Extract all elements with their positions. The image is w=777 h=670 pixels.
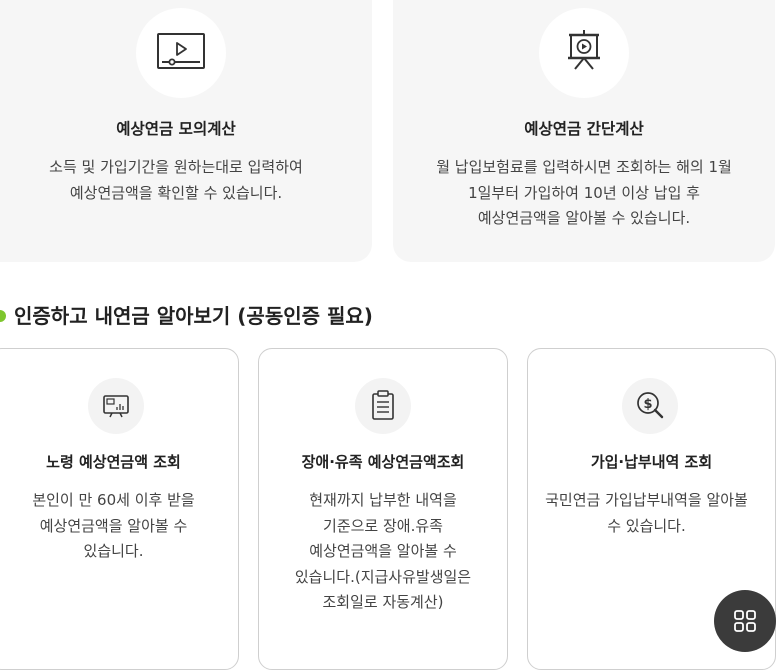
- desc-line: 현재까지 납부한 내역을: [309, 491, 457, 509]
- desc-line: 예상연금액을 알아볼 수: [39, 516, 188, 535]
- old-age-pension-inquiry-card[interactable]: 노령 예상연금액 조회 본인이 만 60세 이후 받을 예상연금액을 알아볼 수…: [0, 348, 239, 670]
- presentation-board-icon: [539, 8, 629, 98]
- video-player-icon: [136, 8, 226, 98]
- simple-pension-calc-card[interactable]: 예상연금 간단계산 월 납입보험료를 입력하시면 조회하는 해의 1월 1일부터…: [393, 0, 775, 262]
- card-title: 노령 예상연금액 조회: [46, 453, 181, 471]
- card-description: 월 납입보험료를 입력하시면 조회하는 해의 1월 1일부터 가입하여 10년 …: [393, 155, 775, 232]
- desc-line: 예상연금액을 알아볼 수: [309, 542, 457, 560]
- menu-button[interactable]: [714, 590, 776, 652]
- bullet-dot: [0, 310, 6, 322]
- section-title: 인증하고 내연금 알아보기 (공동인증 필요): [14, 304, 373, 328]
- desc-line: 조회일로 자동계산): [322, 593, 444, 611]
- desc-line: 본인이 만 60세 이후 받을: [32, 491, 195, 509]
- desc-line: 예상연금액을 확인할 수 있습니다.: [69, 183, 283, 202]
- desc-line: 국민연금 가입납부내역을 알아볼: [545, 491, 748, 509]
- card-title: 가입·납부내역 조회: [590, 453, 713, 471]
- card-description: 본인이 만 60세 이후 받을 예상연금액을 알아볼 수 있습니다.: [0, 488, 238, 565]
- svg-text:$: $: [643, 397, 652, 412]
- desc-line: 있습니다.(지급사유발생일은: [294, 567, 472, 586]
- desc-line: 있습니다.: [83, 542, 144, 560]
- disability-survivor-pension-card[interactable]: 장애·유족 예상연금액조회 현재까지 납부한 내역을 기준으로 장애.유족 예상…: [258, 348, 508, 670]
- card-description: 현재까지 납부한 내역을 기준으로 장애.유족 예상연금액을 알아볼 수 있습니…: [259, 488, 507, 616]
- card-title: 예상연금 간단계산: [524, 120, 644, 138]
- desc-line: 수 있습니다.: [607, 516, 686, 535]
- card-description: 소득 및 가입기간을 원하는대로 입력하여 예상연금액을 확인할 수 있습니다.: [0, 155, 372, 206]
- grid-menu-icon: [734, 610, 756, 632]
- card-description: 국민연금 가입납부내역을 알아볼 수 있습니다.: [518, 488, 775, 539]
- desc-line: 예상연금액을 알아볼 수 있습니다.: [477, 209, 691, 227]
- clipboard-icon: [355, 378, 411, 434]
- dollar-search-icon: $: [622, 378, 678, 434]
- desc-line: 월 납입보험료를 입력하시면 조회하는 해의 1월: [436, 158, 732, 176]
- card-title: 장애·유족 예상연금액조회: [301, 453, 465, 471]
- card-title: 예상연금 모의계산: [116, 120, 236, 138]
- desc-line: 기준으로 장애.유족: [323, 516, 443, 535]
- desc-line: 소득 및 가입기간을 원하는대로 입력하여: [49, 158, 303, 176]
- monitor-chart-icon: [88, 378, 144, 434]
- desc-line: 1일부터 가입하여 10년 이상 납입 후: [468, 183, 700, 202]
- mock-pension-calc-card[interactable]: 예상연금 모의계산 소득 및 가입기간을 원하는대로 입력하여 예상연금액을 확…: [0, 0, 372, 262]
